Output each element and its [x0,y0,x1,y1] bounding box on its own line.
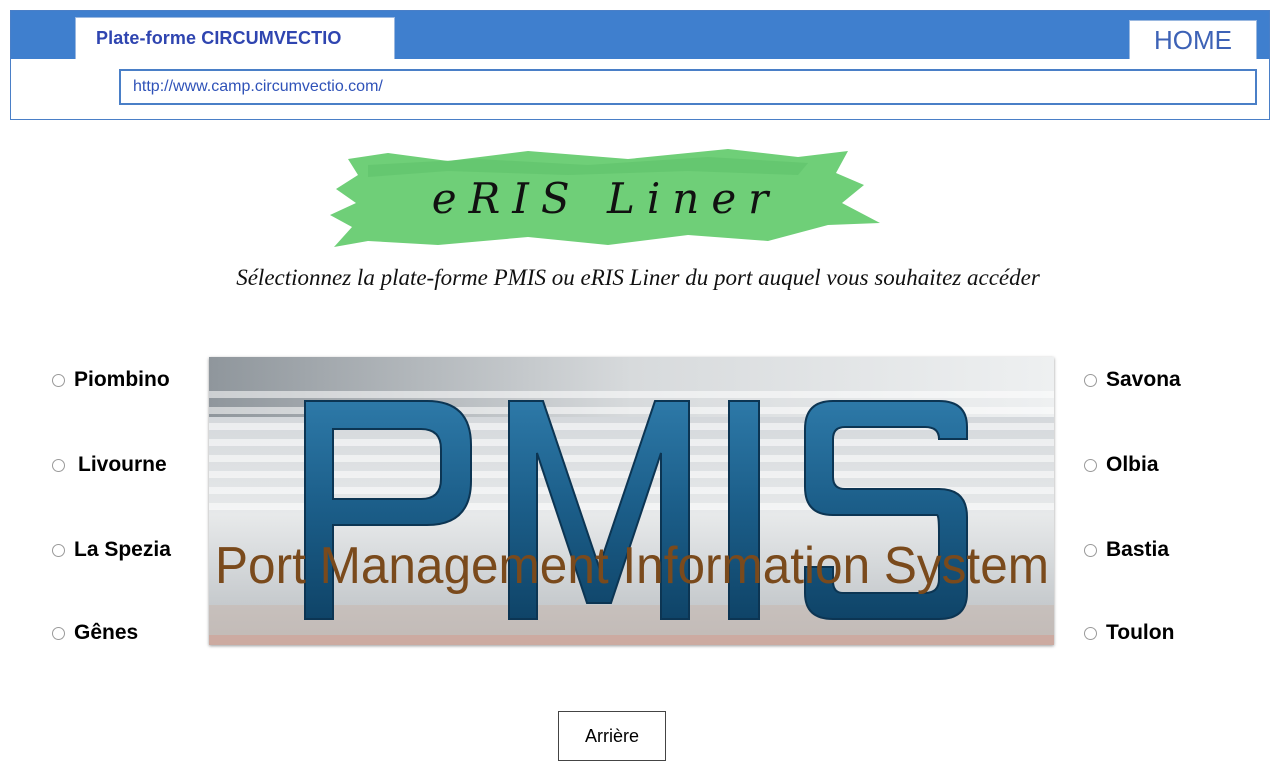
radio-button[interactable] [1084,626,1097,640]
pmis-graphic: Port Management Information System [209,357,1054,645]
port-label: Piombino [74,368,170,391]
radio-button[interactable] [1084,373,1097,387]
address-row: http://www.camp.circumvectio.com/ [11,59,1269,119]
port-label: Savona [1106,368,1181,391]
port-option-toulon[interactable]: Toulon [1084,621,1174,645]
eris-liner-logo: eRIS Liner [328,145,884,251]
radio-button[interactable] [1084,543,1097,557]
port-label: Olbia [1106,453,1159,476]
logo-text: eRIS Liner [431,173,781,223]
port-label: Bastia [1106,538,1170,561]
home-button[interactable]: HOME [1129,20,1257,59]
radio-button[interactable] [52,626,65,640]
port-option-livourne[interactable]: Livourne [52,453,167,477]
radio-button[interactable] [52,458,65,472]
instruction-text: Sélectionnez la plate-forme PMIS ou eRIS… [236,265,1040,290]
port-label: Gênes [74,621,139,644]
back-button[interactable]: Arrière [558,711,666,761]
port-option-genes[interactable]: Gênes [52,621,138,645]
pmis-caption: Port Management Information System [215,537,1049,595]
port-option-savona[interactable]: Savona [1084,368,1181,392]
radio-button[interactable] [52,373,65,387]
url-field[interactable]: http://www.camp.circumvectio.com/ [119,69,1257,105]
radio-button[interactable] [1084,458,1097,472]
platform-tab[interactable]: Plate-forme CIRCUMVECTIO [75,17,395,59]
port-option-olbia[interactable]: Olbia [1084,453,1159,477]
port-option-bastia[interactable]: Bastia [1084,538,1169,562]
port-option-piombino[interactable]: Piombino [52,368,170,392]
port-option-la-spezia[interactable]: La Spezia [52,538,171,562]
port-label: Livourne [78,453,167,476]
port-label: La Spezia [74,538,171,561]
radio-button[interactable] [52,543,65,557]
pmis-banner-image[interactable]: Port Management Information System [209,357,1054,645]
port-label: Toulon [1106,621,1175,644]
top-frame: Plate-forme CIRCUMVECTIO HOME http://www… [10,10,1270,120]
